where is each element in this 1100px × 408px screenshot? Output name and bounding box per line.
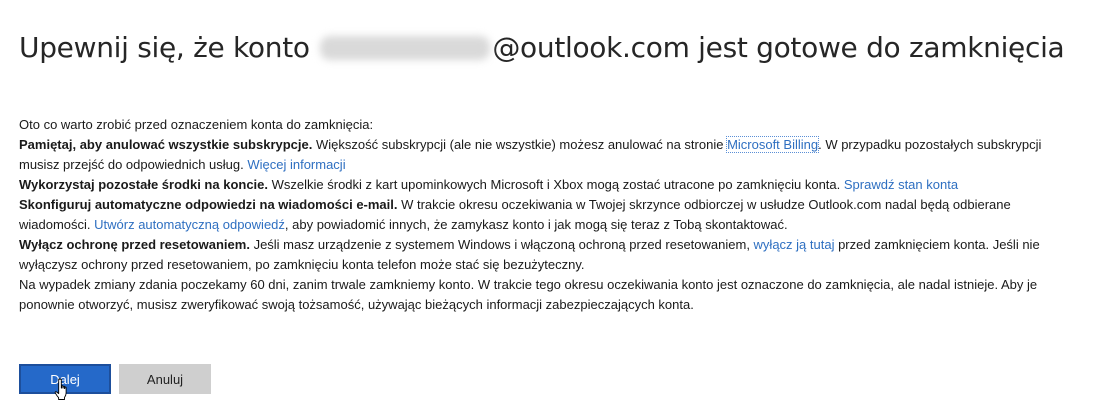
balance-section: Wykorzystaj pozostałe środki na koncie. … — [19, 175, 1084, 195]
title-prefix: Upewnij się, że konto — [19, 31, 310, 64]
autoreply-section: Skonfiguruj automatyczne odpowiedzi na w… — [19, 195, 1084, 235]
subscriptions-heading: Pamiętaj, aby anulować wszystkie subskry… — [19, 137, 313, 152]
disable-reset-protection-link[interactable]: wyłącz ją tutaj — [754, 237, 835, 252]
subscriptions-section: Pamiętaj, aby anulować wszystkie subskry… — [19, 135, 1084, 175]
redacted-username — [320, 36, 491, 60]
reset-protection-section: Wyłącz ochronę przed resetowaniem. Jeśli… — [19, 235, 1084, 275]
balance-text: Wszelkie środki z kart upominkowych Micr… — [268, 177, 844, 192]
check-balance-link[interactable]: Sprawdź stan konta — [844, 177, 958, 192]
microsoft-billing-link[interactable]: Microsoft Billing — [726, 136, 820, 153]
intro-text: Oto co warto zrobić przed oznaczeniem ko… — [19, 117, 374, 132]
hand-pointer-icon — [54, 378, 67, 400]
create-autoreply-link[interactable]: Utwórz automatyczną odpowiedź — [94, 217, 285, 232]
action-buttons: Dalej Anuluj — [19, 364, 211, 394]
autoreply-text-2: , aby powiadomić innych, że zamykasz kon… — [284, 217, 788, 232]
balance-heading: Wykorzystaj pozostałe środki na koncie. — [19, 177, 269, 192]
subscriptions-text: Większość subskrypcji (ale nie wszystkie… — [312, 137, 728, 152]
cancel-button[interactable]: Anuluj — [119, 364, 211, 394]
reset-protection-text: Jeśli masz urządzenie z systemem Windows… — [249, 237, 754, 252]
close-account-page: Upewnij się, że konto @outlook.com jest … — [19, 0, 1084, 394]
page-title: Upewnij się, że konto @outlook.com jest … — [19, 0, 1084, 68]
title-suffix: @outlook.com jest gotowe do zamknięcia — [492, 31, 1065, 64]
reset-protection-heading: Wyłącz ochronę przed resetowaniem. — [19, 237, 250, 252]
more-info-link[interactable]: Więcej informacji — [247, 157, 345, 172]
autoreply-heading: Skonfiguruj automatyczne odpowiedzi na w… — [19, 197, 398, 212]
waiting-period-notice: Na wypadek zmiany zdania poczekamy 60 dn… — [19, 277, 1038, 312]
